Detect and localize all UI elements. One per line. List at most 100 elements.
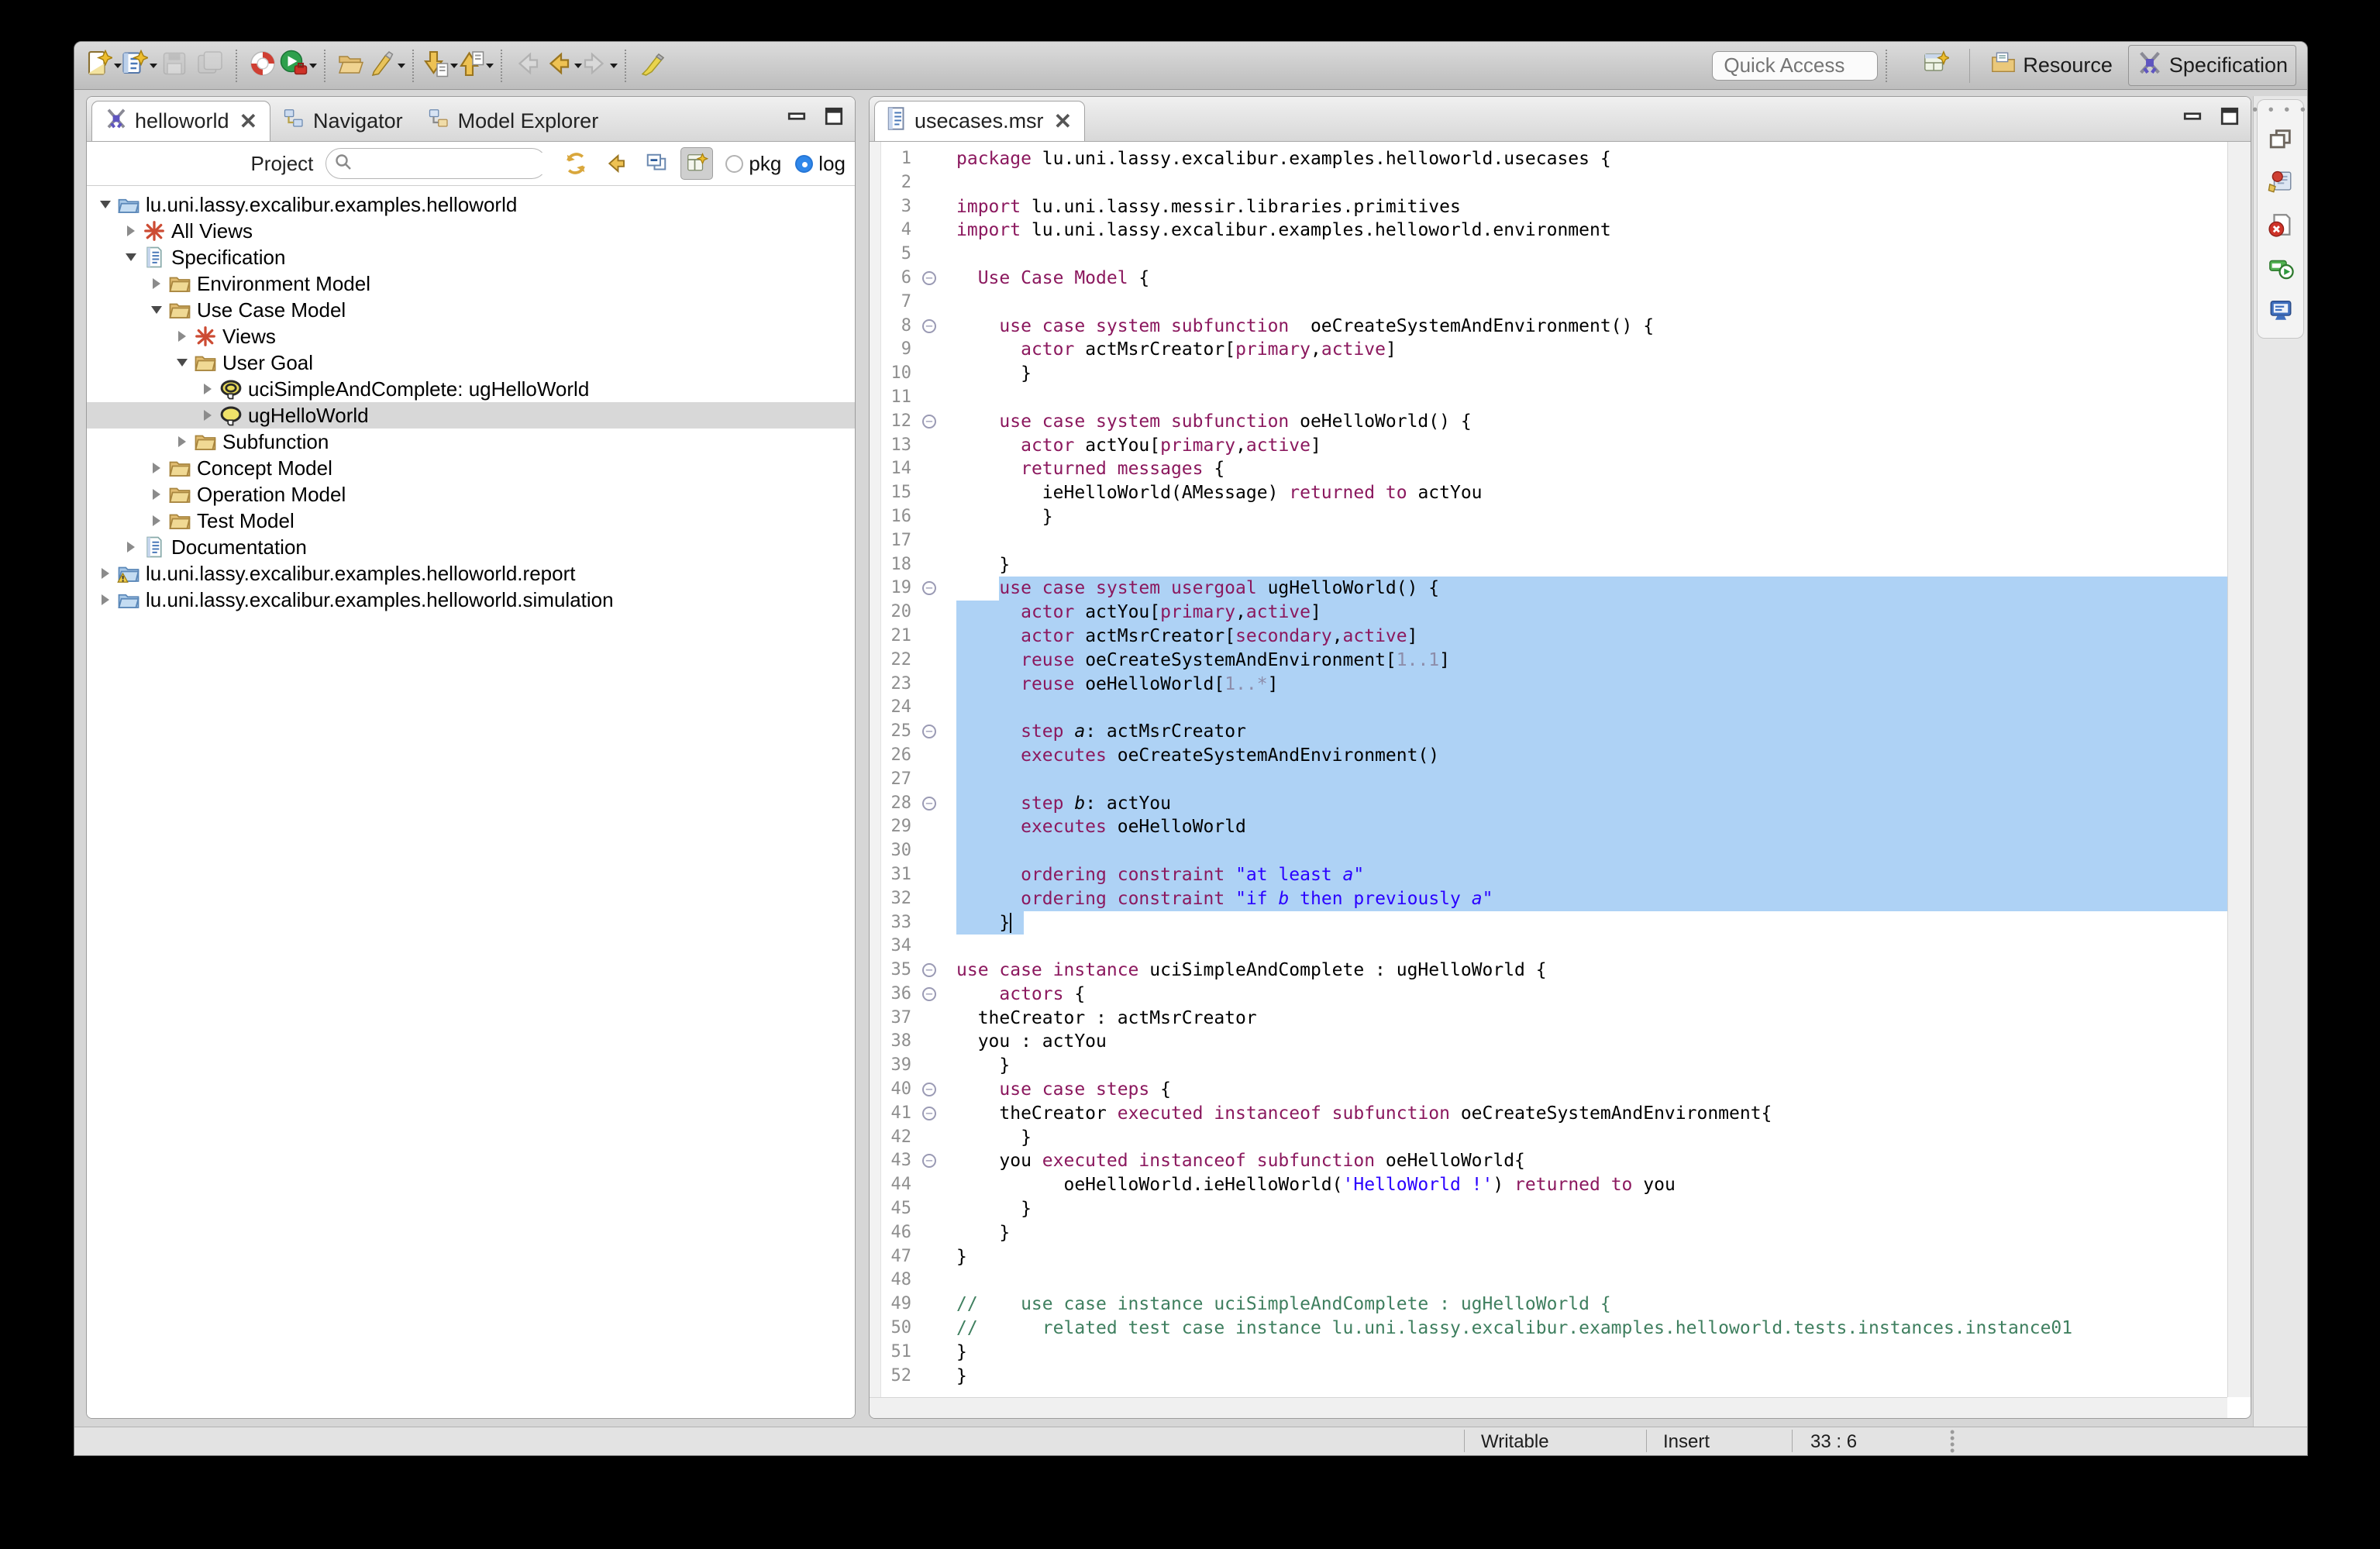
layout-button[interactable] (680, 147, 713, 180)
code-text[interactable]: returned messages { (945, 457, 2227, 481)
code-line[interactable]: 39 } (870, 1054, 2227, 1078)
code-line[interactable]: 32 ordering constraint "if b then previo… (870, 887, 2227, 911)
expand-arrow-icon[interactable] (147, 489, 166, 500)
maximize-view-button[interactable] (824, 106, 844, 130)
tree-row[interactable]: All Views (87, 218, 855, 244)
expand-arrow-icon[interactable] (122, 542, 140, 552)
back-button[interactable] (546, 47, 581, 84)
pkg-radio-button[interactable] (725, 155, 743, 173)
editor-vertical-scrollbar[interactable] (2227, 142, 2251, 1397)
code-line[interactable]: 36− actors { (870, 983, 2227, 1007)
code-text[interactable]: actor actYou[primary,active] (945, 601, 2227, 625)
dropdown-arrow-icon[interactable] (610, 64, 618, 68)
code-line[interactable]: 12− use case system subfunction oeHelloW… (870, 410, 2227, 434)
code-line[interactable]: 45 } (870, 1197, 2227, 1221)
tree-row[interactable]: Documentation (87, 534, 855, 560)
code-text[interactable]: executes oeCreateSystemAndEnvironment() (945, 744, 2227, 768)
code-text[interactable]: reuse oeCreateSystemAndEnvironment[1..1] (945, 649, 2227, 673)
specification-perspective-button[interactable]: Specification (2128, 45, 2296, 86)
expand-arrow-icon[interactable] (122, 225, 140, 236)
view-tab-helloworld[interactable]: helloworld✕ (91, 101, 270, 141)
code-line[interactable]: 6− Use Case Model { (870, 267, 2227, 291)
code-text[interactable] (945, 839, 2227, 863)
expand-arrow-icon[interactable] (147, 515, 166, 526)
dropdown-arrow-icon[interactable] (486, 64, 494, 68)
expand-arrow-icon[interactable] (173, 331, 191, 342)
tree-row[interactable]: Use Case Model (87, 297, 855, 323)
code-line[interactable]: 48 (870, 1268, 2227, 1293)
code-line[interactable]: 34 (870, 935, 2227, 959)
code-text[interactable]: Use Case Model { (945, 267, 2227, 291)
code-text[interactable]: use case steps { (945, 1078, 2227, 1102)
code-text[interactable]: use case system subfunction oeCreateSyst… (945, 315, 2227, 339)
expand-arrow-icon[interactable] (147, 463, 166, 473)
tree-row[interactable]: ugHelloWorld (87, 402, 855, 429)
code-line[interactable]: 14 returned messages { (870, 457, 2227, 481)
collapse-fold-icon[interactable]: − (922, 319, 936, 333)
code-line[interactable]: 4import lu.uni.lassy.excalibur.examples.… (870, 219, 2227, 243)
code-area[interactable]: 1package lu.uni.lassy.excalibur.examples… (870, 142, 2251, 1397)
code-text[interactable]: ieHelloWorld(AMessage) returned to actYo… (945, 481, 2227, 505)
code-line[interactable]: 25− step a: actMsrCreator (870, 720, 2227, 744)
code-line[interactable]: 21 actor actMsrCreator[secondary,active] (870, 625, 2227, 649)
new-file-button[interactable] (85, 47, 121, 84)
code-line[interactable]: 38 you : actYou (870, 1030, 2227, 1054)
code-text[interactable]: } (945, 1054, 2227, 1078)
code-line[interactable]: 50// related test case instance lu.uni.l… (870, 1317, 2227, 1341)
tree-row[interactable]: Environment Model (87, 270, 855, 297)
expand-arrow-icon[interactable] (198, 384, 217, 394)
export-pen-button[interactable] (369, 47, 405, 84)
code-text[interactable] (945, 171, 2227, 195)
collapse-fold-icon[interactable]: − (922, 415, 936, 429)
code-line[interactable]: 51} (870, 1341, 2227, 1365)
tree-row[interactable]: Concept Model (87, 455, 855, 481)
code-line[interactable]: 7 (870, 291, 2227, 315)
code-text[interactable] (945, 291, 2227, 315)
resource-perspective-button[interactable]: Resource (1982, 46, 2120, 85)
dropdown-arrow-icon[interactable] (398, 64, 405, 68)
open-folder-button[interactable] (333, 47, 369, 84)
code-text[interactable]: } (945, 1245, 2227, 1269)
collapse-fold-icon[interactable]: − (922, 963, 936, 977)
code-line[interactable]: 2 (870, 171, 2227, 195)
tree-row[interactable]: Views (87, 323, 855, 349)
code-text[interactable]: } (945, 1341, 2227, 1365)
messir-view-button[interactable] (2268, 169, 2294, 199)
code-text[interactable]: package lu.uni.lassy.excalibur.examples.… (945, 147, 2227, 171)
refresh-button[interactable] (560, 147, 592, 180)
expand-arrow-icon[interactable] (147, 278, 166, 289)
code-line[interactable]: 46 } (870, 1221, 2227, 1245)
code-line[interactable]: 9 actor actMsrCreator[primary,active] (870, 338, 2227, 362)
tree-search-box[interactable] (325, 148, 547, 179)
code-text[interactable]: } (945, 553, 2227, 577)
run-button[interactable] (281, 47, 316, 84)
code-line[interactable]: 19− use case system usergoal ugHelloWorl… (870, 577, 2227, 601)
download-doc-button[interactable] (422, 47, 457, 84)
view-tab-navigator[interactable]: Navigator (270, 101, 415, 141)
code-line[interactable]: 16 } (870, 505, 2227, 529)
code-line[interactable]: 27 (870, 768, 2227, 792)
code-text[interactable] (945, 935, 2227, 959)
code-text[interactable] (945, 243, 2227, 267)
code-text[interactable] (945, 386, 2227, 410)
code-text[interactable]: executes oeHelloWorld (945, 815, 2227, 839)
tree-row[interactable]: uciSimpleAndComplete: ugHelloWorld (87, 376, 855, 402)
code-text[interactable]: } (945, 1197, 2227, 1221)
back-small-button[interactable] (600, 147, 632, 180)
code-line[interactable]: 40− use case steps { (870, 1078, 2227, 1102)
tree-row[interactable]: lu.uni.lassy.excalibur.examples.hellowor… (87, 560, 855, 587)
log-radio-button[interactable] (795, 155, 813, 173)
code-text[interactable]: actor actYou[primary,active] (945, 434, 2227, 458)
code-text[interactable]: ordering constraint "if b then previousl… (945, 887, 2227, 911)
code-line[interactable]: 23 reuse oeHelloWorld[1..*] (870, 673, 2227, 697)
collapse-fold-icon[interactable]: − (922, 725, 936, 738)
code-line[interactable]: 1package lu.uni.lassy.excalibur.examples… (870, 147, 2227, 171)
code-text[interactable]: } (945, 362, 2227, 386)
collapse-all-button[interactable] (640, 147, 673, 180)
code-line[interactable]: 37 theCreator : actMsrCreator (870, 1007, 2227, 1031)
code-line[interactable]: 26 executes oeCreateSystemAndEnvironment… (870, 744, 2227, 768)
code-text[interactable]: actor actMsrCreator[primary,active] (945, 338, 2227, 362)
tree-row[interactable]: lu.uni.lassy.excalibur.examples.hellowor… (87, 191, 855, 218)
code-text[interactable]: ordering constraint "at least a" (945, 863, 2227, 887)
close-tab-icon[interactable]: ✕ (1054, 108, 1072, 134)
